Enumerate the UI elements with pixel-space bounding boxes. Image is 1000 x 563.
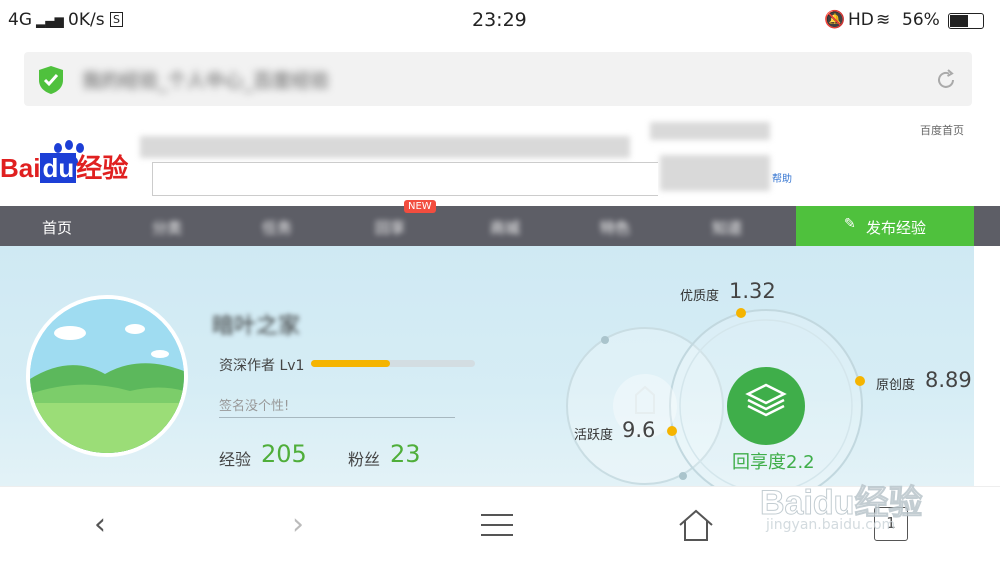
new-badge: NEW	[404, 200, 436, 213]
pen-icon: ✎	[844, 216, 856, 232]
clock: 23:29	[472, 9, 527, 31]
back-icon[interactable]: ‹	[80, 505, 120, 545]
menu-icon[interactable]	[477, 505, 517, 545]
baidu-jingyan-watermark: Baidu经验 jingyan.baidu.com	[759, 455, 950, 545]
original-label: 原创度	[876, 378, 916, 393]
top-links-blurred	[140, 136, 630, 158]
signature-field[interactable]: 签名没个性!	[219, 395, 455, 418]
signal-icon: ▂▄▆	[36, 14, 64, 28]
net-speed: 0K/s	[68, 10, 105, 30]
activity-value: 9.6	[622, 418, 656, 442]
stat-label-fans: 粉丝	[348, 450, 381, 469]
wifi-icon: ≋	[876, 10, 891, 30]
nav-home[interactable]: 首页	[42, 217, 72, 238]
level-progress-fill	[311, 360, 390, 367]
search-button-blurred[interactable]	[660, 155, 770, 191]
battery-icon	[948, 13, 984, 29]
nav-special[interactable]: 特色	[600, 217, 630, 238]
original-value: 8.89	[925, 368, 972, 392]
quality-label: 优质度	[680, 289, 720, 304]
home-link[interactable]: 百度首页	[920, 122, 964, 138]
stat-value-experience[interactable]: 205	[261, 440, 307, 468]
nav-mall[interactable]: 商城	[490, 217, 520, 238]
search-input[interactable]	[152, 162, 658, 196]
s-icon: S	[110, 12, 123, 27]
mute-icon: 🔕	[824, 10, 846, 30]
refresh-icon[interactable]	[934, 68, 958, 92]
logo-du: du	[40, 153, 77, 183]
stat-value-fans[interactable]: 23	[390, 440, 421, 468]
status-bar: 4G ▂▄▆ 0K/s S 23:29 🔕 HD ≋ 56%	[0, 0, 1000, 42]
nav-share[interactable]: 回享	[375, 217, 405, 238]
level-progress-bar	[311, 360, 475, 367]
top-right-blurred	[650, 122, 770, 140]
avatar[interactable]	[26, 295, 188, 457]
battery-percent: 56%	[902, 10, 940, 30]
nav-task[interactable]: 任务	[262, 217, 292, 238]
page-title: 我的经验_个人中心_百度经验	[82, 70, 330, 92]
publish-button[interactable]: ✎ 发布经验	[796, 206, 974, 246]
username: 暗叶之家	[212, 314, 301, 339]
activity-label: 活跃度	[574, 428, 614, 443]
watermark-url: jingyan.baidu.com	[766, 517, 896, 533]
home-icon[interactable]	[676, 505, 716, 545]
network-indicator: 4G	[8, 10, 32, 30]
hd-indicator: HD	[848, 10, 874, 30]
address-bar[interactable]: 我的经验_个人中心_百度经验	[24, 52, 972, 106]
publish-label: 发布经验	[866, 219, 927, 237]
baidu-jingyan-logo[interactable]: Baidu经验	[0, 148, 128, 185]
nav-category[interactable]: 分类	[152, 217, 182, 238]
nav-zhidao[interactable]: 知道	[712, 217, 742, 238]
quality-value: 1.32	[729, 279, 776, 303]
stat-label-experience: 经验	[219, 450, 252, 469]
logo-jingyan: 经验	[76, 153, 129, 183]
level-label: 资深作者 Lv1	[219, 358, 305, 374]
help-link[interactable]: 帮助	[772, 170, 792, 185]
forward-icon[interactable]: ›	[278, 505, 318, 545]
shield-icon	[39, 66, 63, 94]
logo-bai: Bai	[0, 153, 41, 183]
